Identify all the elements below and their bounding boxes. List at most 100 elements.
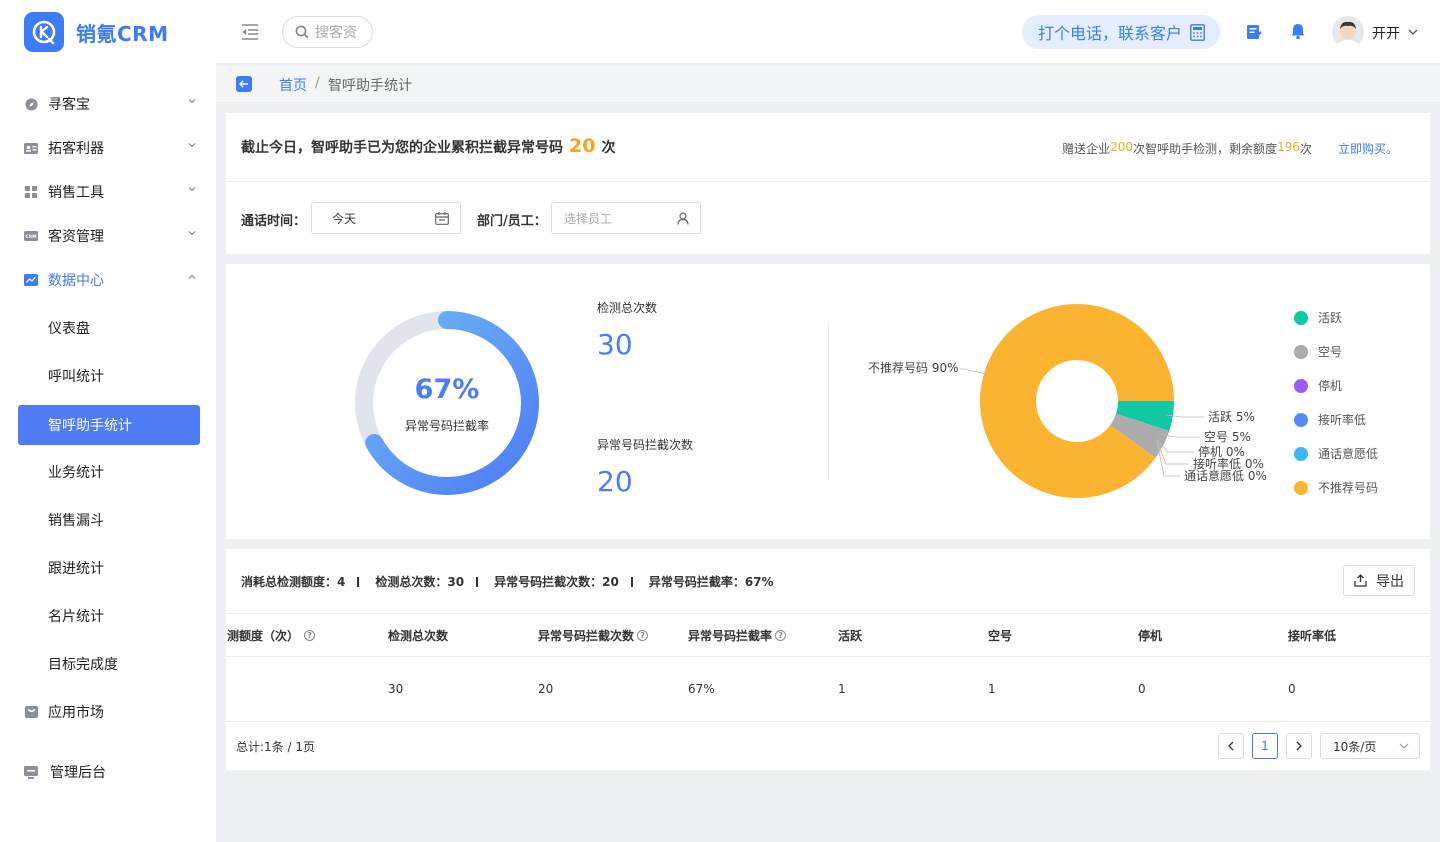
export-button[interactable]: 导出 (1343, 565, 1415, 596)
legend-label: 停机 (1318, 379, 1343, 393)
prev-page-button[interactable] (1218, 733, 1244, 759)
sidebar-item-label: 数据中心 (48, 273, 104, 289)
legend-label: 接听率低 (1318, 413, 1367, 427)
call-time-select[interactable]: 今天 (311, 202, 461, 234)
page-size-select[interactable]: 10条/页 (1320, 733, 1420, 759)
rate-value: 67% (744, 574, 774, 589)
sidebar-sub-dashboard[interactable]: 仪表盘 (18, 308, 200, 348)
sidebar-sub-assistant-stats[interactable]: 智呼助手统计 (18, 405, 200, 445)
search-icon (295, 25, 309, 39)
legend-item-empty[interactable]: 空号 (1294, 343, 1342, 360)
table-card: 消耗总检测额度： 4 检测总次数： 30 异常号码拦截次数： 20 异常号码拦截率： 6… (226, 549, 1430, 770)
sidebar-item-xunkebao[interactable]: 寻客宝 (18, 84, 200, 124)
chevron-down-icon (188, 143, 196, 148)
id-card-icon (24, 141, 38, 155)
sidebar-item-admin[interactable]: 管理后台 (18, 752, 200, 792)
app-logo[interactable]: 销氪CRM (24, 12, 168, 52)
column-header-empty[interactable]: 空号 (988, 627, 1012, 644)
sidebar-sub-sales-funnel[interactable]: 销售漏斗 (18, 500, 200, 540)
call-time-value: 今天 (332, 211, 357, 226)
note-edit-icon[interactable] (1246, 24, 1262, 40)
divider (828, 322, 829, 480)
sidebar-item-app-market[interactable]: 应用市场 (18, 692, 200, 732)
column-header-rate[interactable]: 异常号码拦截率? (688, 627, 787, 644)
employee-select[interactable]: 选择员工 (551, 202, 701, 234)
chevron-down-icon[interactable] (1408, 28, 1418, 36)
sidebar-item-sales-tools[interactable]: 销售工具 (18, 172, 200, 212)
quota-gift-amount: 200 (1110, 140, 1134, 154)
legend-dot (1294, 310, 1308, 325)
separator (630, 576, 633, 587)
call-time-label: 通话时间： (241, 214, 307, 229)
sidebar-item-tuoke[interactable]: 拓客利器 (18, 128, 200, 168)
column-header-blocked[interactable]: 异常号码拦截次数? (538, 627, 649, 644)
legend-dot (1294, 378, 1308, 393)
grid-icon (24, 185, 38, 199)
breadcrumb-home[interactable]: 首页 (279, 75, 307, 95)
pie-slice-5[interactable] (980, 303, 1174, 498)
call-customer-button[interactable]: 打个电话，联系客户 (1022, 15, 1220, 49)
column-header-low-answer[interactable]: 接听率低 (1288, 627, 1336, 644)
legend-item-not-recommended[interactable]: 不推荐号码 (1294, 479, 1378, 496)
chevron-up-icon (188, 274, 196, 279)
page-number-button[interactable]: 1 (1252, 733, 1278, 759)
help-icon[interactable]: ? (304, 630, 316, 641)
search-box[interactable]: 搜客资 (282, 16, 373, 48)
pie-slice-label-1: 空号 5% (1204, 430, 1251, 444)
pie-slice-label-5: 不推荐号码 90% (868, 361, 959, 375)
sidebar-sub-business-stats[interactable]: 业务统计 (18, 452, 200, 492)
legend-item-low-willingness[interactable]: 通话意愿低 (1294, 445, 1378, 462)
avatar[interactable] (1332, 16, 1364, 48)
table-cell: 1 (988, 682, 996, 696)
consumed-label: 消耗总检测额度： (241, 575, 338, 589)
sidebar-sub-call-stats[interactable]: 呼叫统计 (18, 356, 200, 396)
legend-item-active[interactable]: 活跃 (1294, 309, 1342, 326)
column-header-quota[interactable]: 测额度（次）? (227, 627, 316, 644)
sidebar-item-data-center[interactable]: 数据中心 (18, 260, 200, 300)
legend-item-suspended[interactable]: 停机 (1294, 377, 1342, 394)
sidebar-item-label: 寻客宝 (48, 97, 90, 113)
sidebar-sub-card-stats[interactable]: 名片统计 (18, 596, 200, 636)
total-value: 30 (447, 574, 465, 589)
menu-collapse-icon[interactable] (241, 24, 259, 40)
user-name[interactable]: 开开 (1372, 23, 1400, 43)
summary-prefix: 截止今日，智呼助手已为您的企业累积拦截异常号码 (241, 140, 563, 156)
column-header-suspended[interactable]: 停机 (1138, 627, 1162, 644)
total-detect-label: 检测总次数 (597, 301, 658, 315)
column-header-active[interactable]: 活跃 (838, 627, 862, 644)
table-cell: 0 (1138, 682, 1146, 696)
quota-mid: 次智呼助手检测，剩余额度 (1133, 142, 1278, 156)
sidebar-sub-followup-stats[interactable]: 跟进统计 (18, 548, 200, 588)
legend-item-low-answer[interactable]: 接听率低 (1294, 411, 1366, 428)
separator (476, 576, 479, 587)
divider (226, 181, 1430, 182)
gauge-label: 异常号码拦截率 (404, 419, 489, 433)
blocked-value: 20 (602, 574, 619, 589)
column-header-total[interactable]: 检测总次数 (388, 627, 448, 644)
legend-label: 不推荐号码 (1318, 481, 1379, 495)
rate-label: 异常号码拦截率： (648, 575, 745, 589)
legend-label: 通话意愿低 (1318, 447, 1379, 461)
chevron-down-icon (188, 99, 196, 104)
pagination-total: 总计:1条 / 1页 (236, 740, 315, 754)
chart-icon (24, 273, 38, 287)
help-icon[interactable]: ? (637, 630, 649, 641)
chevron-down-icon (1399, 743, 1409, 749)
blocked-count-label: 异常号码拦截次数 (597, 438, 694, 452)
back-icon[interactable] (236, 76, 252, 92)
calendar-icon (435, 212, 449, 225)
sidebar-sub-goal-completion[interactable]: 目标完成度 (18, 644, 200, 684)
svg-text:CRM: CRM (25, 234, 37, 240)
sidebar-item-customers[interactable]: CRM 客资管理 (18, 216, 200, 256)
help-icon[interactable]: ? (775, 630, 787, 641)
next-page-button[interactable] (1286, 733, 1312, 759)
bell-icon[interactable] (1290, 23, 1306, 40)
number-type-pie-chart: 活跃 5%空号 5%停机 0%接听率低 0%通话意愿低 0%不推荐号码 90% (868, 303, 1267, 498)
app-name: 销氪CRM (76, 21, 169, 46)
sidebar-item-label: 应用市场 (48, 705, 104, 721)
buy-now-link[interactable]: 立即购买。 (1338, 140, 1398, 157)
search-input[interactable]: 搜客资 (315, 22, 357, 42)
legend-dot (1294, 344, 1308, 359)
breadcrumb-current: 智呼助手统计 (328, 78, 412, 94)
sidebar-item-label: 销售工具 (48, 185, 104, 201)
